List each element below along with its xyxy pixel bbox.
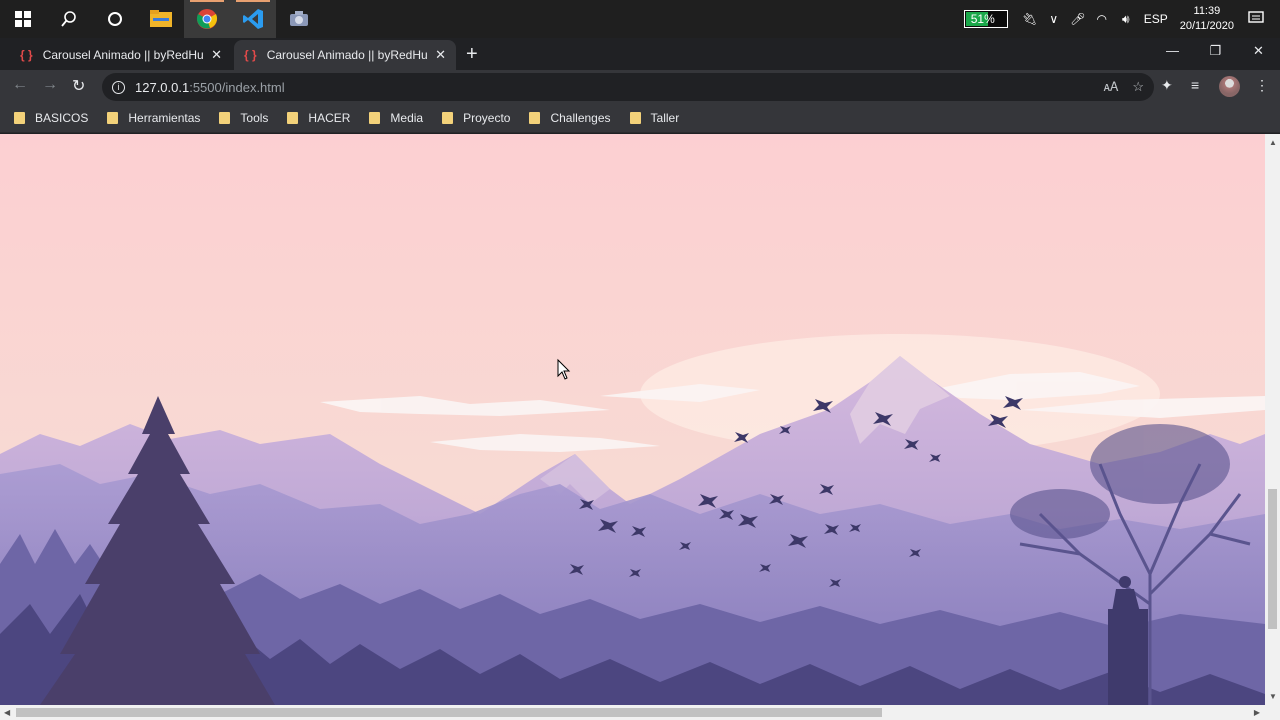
power-plug-icon[interactable]: 🔌︎ [1020, 12, 1040, 26]
notifications-icon[interactable] [1246, 10, 1266, 28]
taskbar: 51% 🔌︎ ∨ 🎤︎ ◠ 🔊︎ ESP 11:39 20/11/2020 [0, 0, 1280, 38]
address-bar[interactable]: i 127.0.0.1:5500/index.html 🗚︎ ☆ [102, 73, 1154, 101]
volume-icon[interactable]: 🔊︎ [1116, 12, 1136, 27]
system-tray: 51% 🔌︎ ∨ 🎤︎ ◠ 🔊︎ ESP 11:39 20/11/2020 [963, 0, 1280, 38]
code-favicon-icon: { } [244, 48, 257, 62]
scroll-down-icon[interactable]: ▼ [1269, 692, 1277, 701]
url-path: :5500/index.html [189, 79, 285, 95]
bookmark-label: Tools [240, 110, 269, 125]
bookmark-label: BASICOS [35, 110, 89, 125]
cortana-icon[interactable] [92, 0, 138, 38]
vertical-scroll-thumb[interactable] [1268, 489, 1277, 629]
url-host: 127.0.0.1 [135, 79, 190, 95]
folder-icon [442, 111, 454, 124]
profile-avatar[interactable] [1219, 76, 1240, 97]
windows-start-icon[interactable] [0, 0, 46, 38]
tab-title: Carousel Animado || byRedHunter [266, 48, 428, 62]
extensions-icon[interactable]: ✦ [1161, 77, 1173, 94]
reload-icon[interactable]: ↻ [72, 76, 85, 96]
vertical-scrollbar[interactable]: ▲ ▼ [1265, 134, 1280, 705]
scroll-left-icon[interactable]: ◀ [4, 708, 10, 717]
new-tab-button[interactable]: + [466, 43, 478, 66]
clock-date: 20/11/2020 [1179, 20, 1234, 32]
folder-icon [287, 111, 299, 124]
bookmark-folder[interactable]: Proyecto [442, 111, 510, 125]
bookmark-label: Challenges [550, 110, 611, 125]
bookmarks-bar: BASICOS Herramientas Tools HACER Media P… [0, 103, 1280, 133]
folder-icon [629, 111, 641, 124]
translate-icon[interactable]: 🗚︎ [1104, 79, 1119, 95]
folder-icon [369, 111, 381, 124]
battery-indicator[interactable]: 51% [963, 10, 1008, 28]
bookmark-folder[interactable]: Tools [219, 111, 268, 125]
microphone-icon[interactable]: 🎤︎ [1068, 12, 1088, 26]
app-icon[interactable] [276, 0, 322, 38]
back-icon[interactable]: ← [12, 76, 28, 94]
bookmark-label: HACER [308, 110, 351, 125]
bookmark-folder[interactable]: Challenges [529, 110, 611, 125]
code-favicon-icon: { } [20, 48, 33, 62]
bookmark-label: Media [390, 110, 424, 125]
file-explorer-icon[interactable] [138, 0, 184, 38]
scroll-right-icon[interactable]: ▶ [1254, 708, 1260, 717]
scroll-up-icon[interactable]: ▲ [1269, 138, 1277, 147]
minimize-icon[interactable]: — [1151, 38, 1194, 66]
bookmark-folder[interactable]: Herramientas [107, 111, 200, 125]
bookmark-folder[interactable]: BASICOS [14, 111, 88, 125]
horizontal-scroll-thumb[interactable] [16, 708, 882, 717]
tab-strip: { } Carousel Animado || byRedHunter ✕ { … [0, 38, 1280, 70]
chrome-icon[interactable] [184, 0, 230, 38]
battery-percent: 51% [970, 12, 995, 26]
wifi-icon[interactable]: ◠ [1092, 12, 1112, 26]
window-controls: — ❐ ✕ [1151, 38, 1280, 66]
tab-carousel-2[interactable]: { } Carousel Animado || byRedHunter ✕ [234, 40, 456, 70]
chevron-up-icon[interactable]: ∨ [1044, 12, 1064, 26]
close-tab-icon[interactable]: ✕ [435, 47, 446, 63]
bookmark-folder[interactable]: Taller [629, 110, 680, 125]
folder-icon [107, 111, 119, 124]
landscape-illustration [0, 134, 1265, 705]
menu-icon[interactable]: ⋮ [1255, 77, 1269, 94]
bookmark-label: Taller [650, 110, 680, 125]
folder-icon [529, 111, 541, 124]
bookmark-star-icon[interactable]: ☆ [1132, 79, 1144, 95]
vscode-icon[interactable] [230, 0, 276, 38]
bookmark-label: Herramientas [128, 110, 201, 125]
folder-icon [219, 111, 231, 124]
toolbar: ← → ↻ i 127.0.0.1:5500/index.html 🗚︎ ☆ ✦… [0, 70, 1280, 103]
close-tab-icon[interactable]: ✕ [211, 47, 222, 63]
page-viewport [0, 134, 1265, 705]
clock[interactable]: 11:39 20/11/2020 [1180, 4, 1234, 34]
folder-icon [14, 111, 25, 124]
forward-icon[interactable]: → [42, 76, 58, 94]
tab-title: Carousel Animado || byRedHunter [42, 48, 204, 62]
bookmark-label: Proyecto [463, 110, 511, 125]
language-indicator[interactable]: ESP [1140, 12, 1172, 26]
media-queue-icon[interactable]: ≡ [1191, 77, 1199, 93]
info-icon[interactable]: i [112, 80, 125, 94]
tab-carousel-1[interactable]: { } Carousel Animado || byRedHunter ✕ [10, 40, 232, 70]
close-window-icon[interactable]: ✕ [1237, 38, 1280, 66]
bookmark-folder[interactable]: Media [369, 111, 423, 125]
clock-time: 11:39 [1193, 5, 1221, 17]
search-icon[interactable] [46, 0, 92, 38]
horizontal-scrollbar[interactable]: ◀ ▶ [0, 705, 1280, 720]
restore-icon[interactable]: ❐ [1194, 38, 1237, 66]
bookmark-folder[interactable]: HACER [287, 111, 350, 125]
